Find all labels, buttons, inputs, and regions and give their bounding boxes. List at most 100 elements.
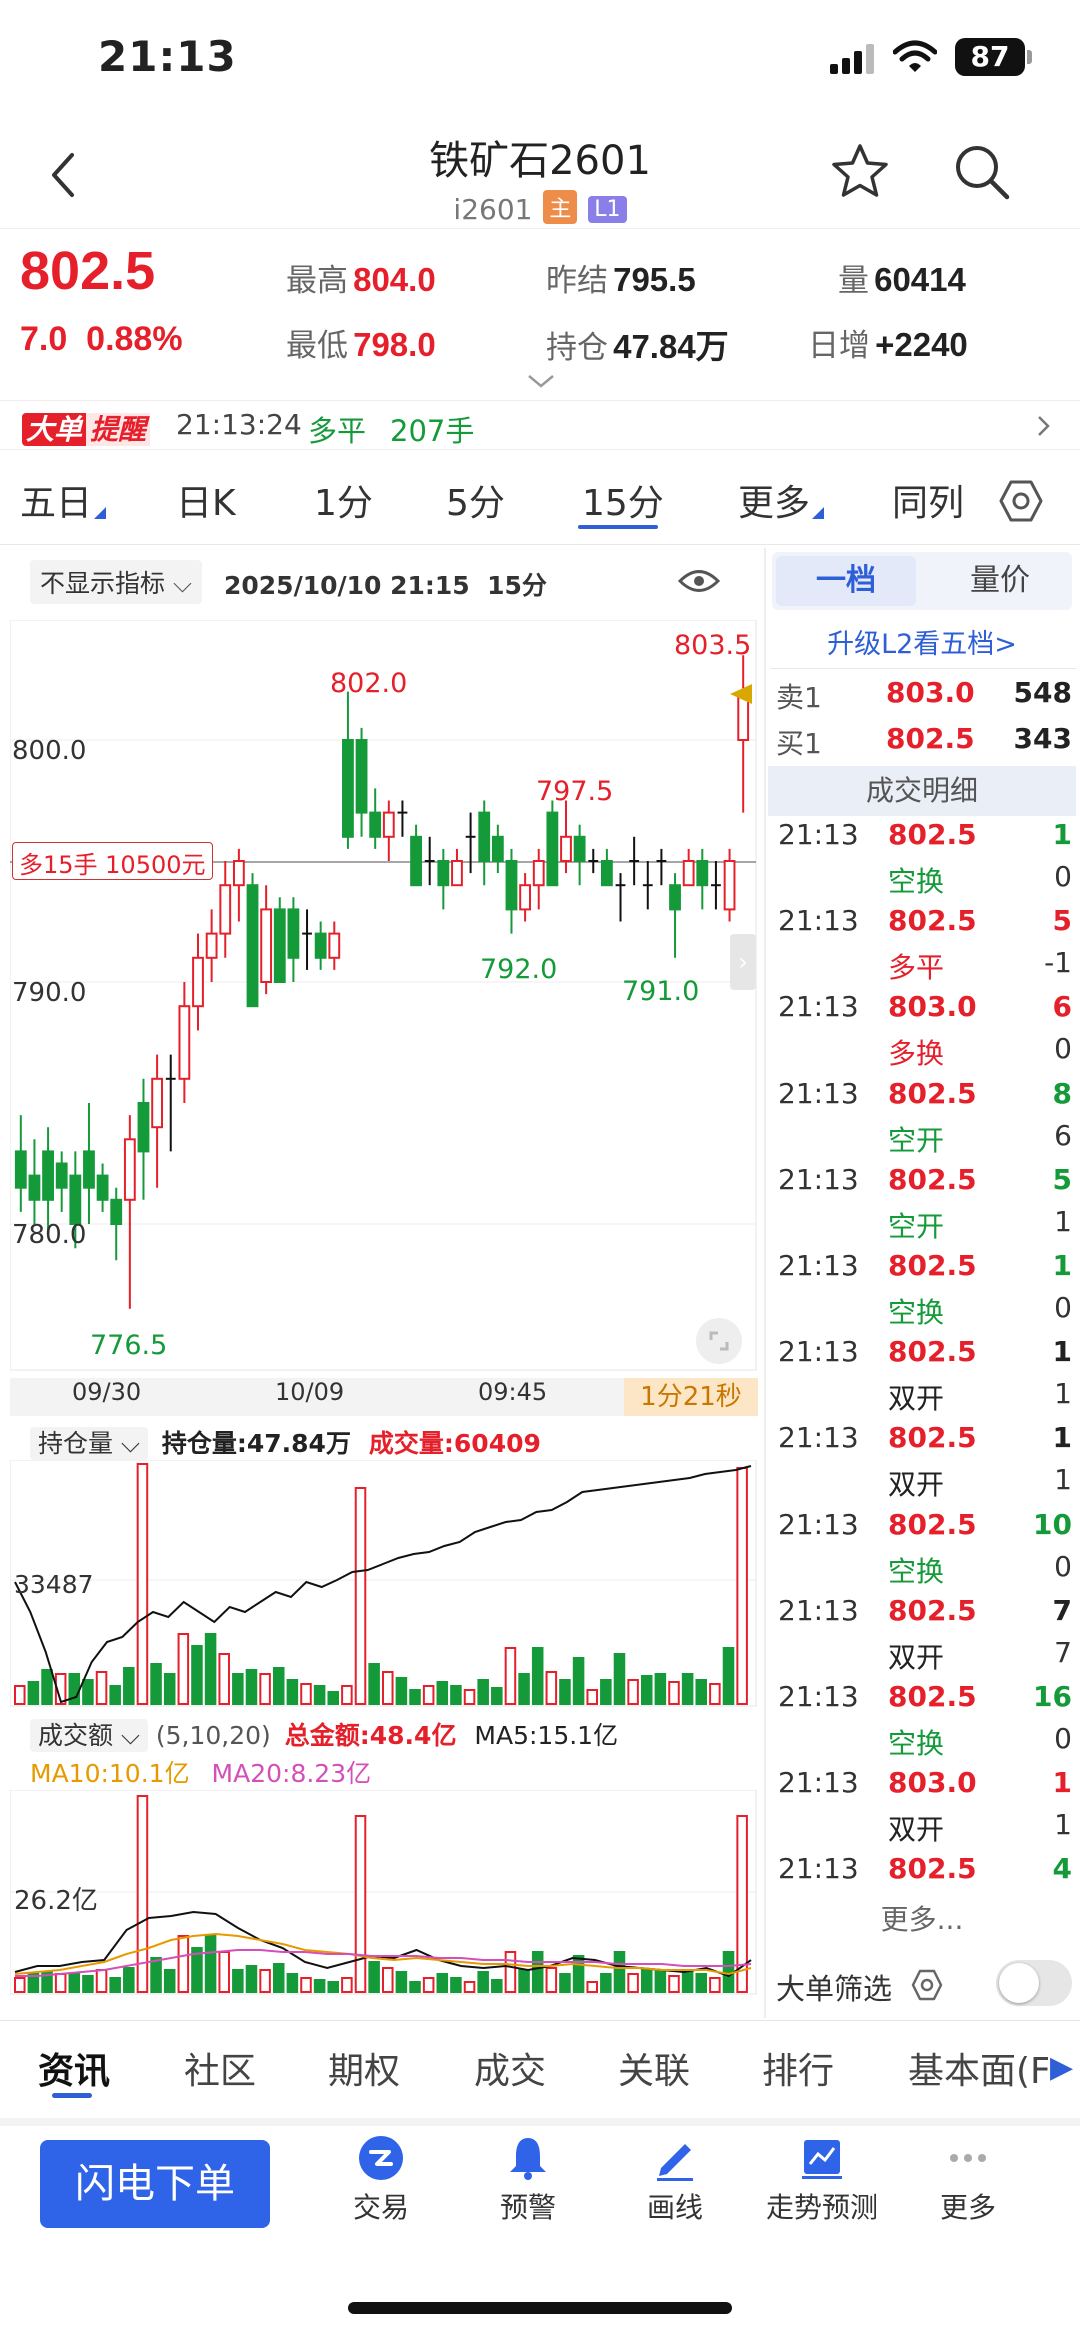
amount-bar [600, 1973, 612, 1993]
current-price-marker-icon [730, 684, 752, 704]
volume-bar [504, 1647, 517, 1705]
tick-volume: 7 [1052, 1593, 1072, 1627]
amount-panel-select-label: 成交额 [38, 1721, 114, 1750]
tab-daily-k[interactable]: 日K [176, 474, 236, 526]
big-order-alert-badge: 大单 提醒 [22, 408, 151, 446]
star-icon[interactable] [828, 140, 892, 204]
tab-news[interactable]: 资讯 [38, 2042, 110, 2094]
fullscreen-button[interactable] [696, 1318, 742, 1364]
amount-bar [681, 1969, 694, 1993]
volume-bar [218, 1653, 230, 1705]
active-tab-indicator [578, 525, 658, 529]
flash-order-button[interactable]: 闪电下单 [40, 2140, 270, 2228]
draw-action[interactable]: 画线 [605, 2128, 745, 2226]
settings-hex-icon[interactable] [910, 1968, 944, 2002]
amount-bar [518, 1969, 530, 1993]
price-change-pct: 0.88% [86, 320, 183, 358]
ask-volume: 548 [1013, 676, 1072, 709]
tab-volume-price[interactable]: 量价 [930, 556, 1070, 606]
tick-oi-change: 1 [1054, 1204, 1072, 1238]
volume-bar [586, 1689, 598, 1705]
volume-bar [136, 1463, 149, 1705]
oi-panel-select[interactable]: 持仓量 ⌵ [30, 1427, 148, 1460]
x-tick-label: 10/09 [275, 1378, 345, 1406]
annotation-high-now: 803.5 [674, 630, 752, 661]
eye-icon[interactable] [678, 566, 720, 596]
amount-panel-select[interactable]: 成交额 ⌵ [30, 1719, 148, 1752]
tick-time: 21:13 [778, 1162, 859, 1196]
tick-time: 21:13 [778, 904, 859, 938]
volume-bar [354, 1487, 367, 1705]
settings-hex-icon[interactable] [998, 478, 1044, 524]
tab-5min[interactable]: 5分 [446, 474, 505, 526]
amount-bar [722, 1951, 735, 1993]
volume-bar [695, 1679, 708, 1705]
draw-label: 画线 [646, 2191, 703, 2224]
tick-time: 21:13 [778, 1507, 859, 1541]
more-action[interactable]: 更多 [898, 2128, 1038, 2226]
big-order-alert-strip[interactable] [0, 400, 1080, 450]
candle-body [123, 1138, 136, 1201]
position-line-tag[interactable]: 多15手 10500元 [12, 842, 213, 880]
open-interest-stat: 持仓 47.84万 [546, 320, 729, 368]
tab-more[interactable]: 更多 [738, 474, 825, 526]
high-value: 804.0 [353, 261, 436, 298]
amount-bar [545, 1967, 558, 1993]
tick-time: 21:13 [778, 1249, 859, 1282]
volume-bar [640, 1675, 653, 1705]
volume-bar [450, 1685, 462, 1705]
candle-body [342, 739, 354, 838]
tick-oi-change: 1 [1054, 1808, 1072, 1842]
tick-oi-change: 0 [1054, 1722, 1072, 1755]
tab-ranking[interactable]: 排行 [762, 2042, 834, 2094]
volume-bar [286, 1679, 299, 1705]
more-trades-link[interactable]: 更多... [772, 1898, 1072, 1938]
forecast-action[interactable]: 走势预测 [752, 2128, 892, 2226]
tab-same-list[interactable]: 同列 [892, 474, 964, 526]
chevron-down-icon[interactable] [526, 372, 556, 390]
tab-15min[interactable]: 15分 [582, 474, 664, 526]
tab-five-day[interactable]: 五日 [20, 474, 107, 526]
tick-time: 21:13 [778, 1335, 859, 1369]
indicator-select[interactable]: 不显示指标 ⌵ [30, 560, 202, 604]
tick-time: 21:13 [778, 1680, 859, 1713]
candle-body [478, 811, 491, 863]
tab-community[interactable]: 社区 [184, 2042, 256, 2094]
oi-panel-header: 持仓量 ⌵ 持仓量:47.84万 成交量:60409 [30, 1424, 541, 1460]
tick-volume: 4 [1052, 1852, 1072, 1886]
candle-body [219, 884, 232, 935]
alert-action[interactable]: 预警 [458, 2128, 598, 2226]
tab-related[interactable]: 关联 [618, 2042, 690, 2094]
tab-fundamentals[interactable]: 基本面(F [908, 2042, 1048, 2094]
amount-bar [409, 1981, 421, 1993]
ask-label: 卖1 [776, 681, 822, 714]
scroll-right-icon[interactable]: ▶ [1050, 2050, 1073, 2085]
tab-trades[interactable]: 成交 [474, 2042, 546, 2094]
amount-bar [559, 1973, 571, 1993]
tick-time: 21:13 [778, 1421, 859, 1455]
tick-price: 802.5 [888, 1249, 977, 1282]
amount-bar [14, 1977, 26, 1993]
volume-bar [422, 1685, 435, 1705]
tab-options[interactable]: 期权 [328, 2042, 400, 2094]
chevron-right-icon[interactable] [1036, 414, 1052, 438]
tab-level1[interactable]: 一档 [776, 556, 916, 606]
trade-action[interactable]: 交易 [311, 2128, 451, 2226]
last-price: 802.5 [20, 241, 156, 301]
chart-meta: 2025/10/10 21:15 15分 [224, 566, 547, 602]
candle-body [696, 860, 709, 887]
upgrade-l2-link[interactable]: 升级L2看五档> [772, 622, 1072, 661]
side-expand-handle[interactable]: › [730, 934, 756, 990]
tab-1min[interactable]: 1分 [314, 474, 373, 526]
y-tick-label: 780.0 [12, 1220, 87, 1250]
indicator-select-label: 不显示指标 [40, 569, 166, 598]
volume-value: 60414 [874, 261, 966, 298]
search-icon[interactable] [950, 140, 1014, 204]
page-title: 铁矿石2601 [429, 138, 651, 184]
tick-oi-change: 7 [1054, 1635, 1072, 1669]
tick-oi-change: 1 [1054, 1377, 1072, 1411]
tick-volume: 5 [1052, 904, 1072, 938]
open-interest-line [14, 1465, 752, 1704]
tick-oi-change: -1 [1044, 946, 1072, 980]
amount-bar [259, 1969, 271, 1993]
